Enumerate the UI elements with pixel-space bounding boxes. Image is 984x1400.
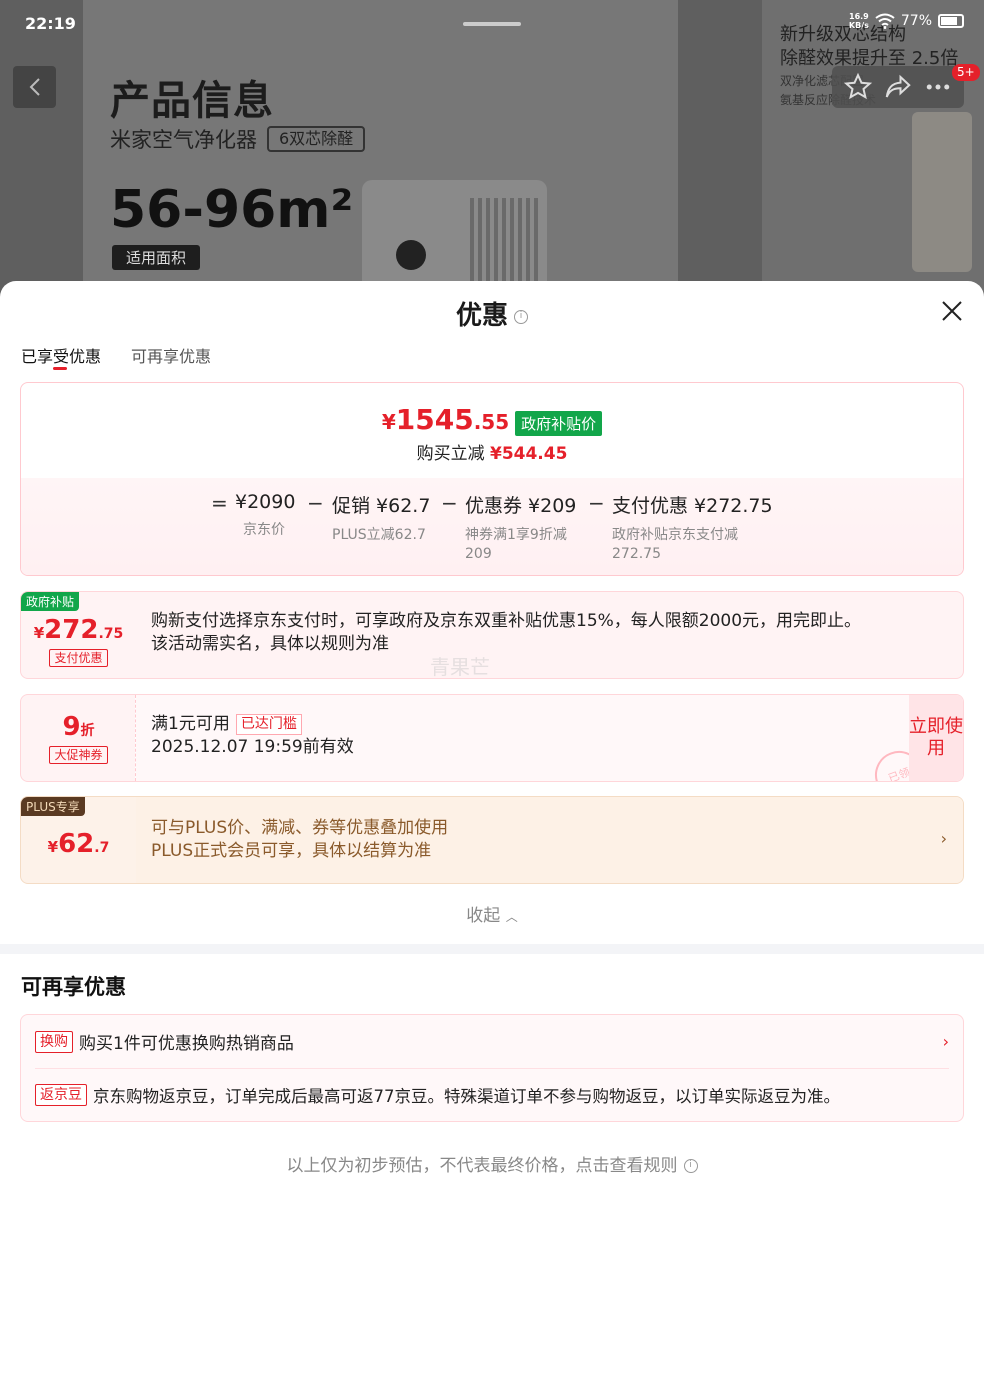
plus-card[interactable]: PLUS专享 ¥62.7 可与PLUS价、满减、券等优惠叠加使用 PLUS正式会… [20, 796, 964, 884]
plus-card-text: 可与PLUS价、满减、券等优惠叠加使用 PLUS正式会员可享，具体以结算为准 [151, 818, 449, 861]
plus-amount: ¥62.7 [47, 829, 110, 859]
chevron-left-icon [29, 78, 40, 96]
row-divider [35, 1068, 949, 1069]
formula-op: = [211, 491, 228, 515]
star-icon[interactable] [843, 72, 873, 102]
collapse-button[interactable]: 收起 ︿ [0, 901, 984, 926]
battery-icon [938, 14, 964, 28]
price-formula: = ¥2090 京东价 − 促销 ¥62.7 PLUS立减62.7 − 优惠券 … [21, 491, 963, 571]
tab-enjoyed[interactable]: 已享受优惠 [21, 343, 101, 370]
gov-amount-block: ¥272.75 支付优惠 [21, 592, 136, 678]
net-speed: 16.9 KB/s [848, 12, 869, 30]
watermark: 青果芒 [430, 655, 490, 679]
save-amount: ¥544.45 [489, 444, 568, 464]
gov-subsidy-tag: 政府补贴价 [515, 411, 603, 436]
formula-op: − [588, 491, 605, 515]
home-indicator [463, 22, 521, 26]
status-icons: 16.9 KB/s 77% [849, 12, 964, 30]
final-price-row: ¥1545.55 政府补贴价 [21, 403, 963, 436]
share-icon[interactable] [883, 72, 913, 102]
save-row: 购买立减 ¥544.45 [21, 439, 963, 464]
product-tag: 6双芯除醛 [267, 126, 366, 152]
discount-sheet: 优惠 i 已享受优惠 可再享优惠 ¥1545.55 政府补贴价 购买立减 ¥544… [0, 281, 984, 1400]
coupon-card: 9折 大促神券 满1元可用 已达门槛 2025.12.07 19:59前有效 已领… [20, 694, 964, 782]
more-icon[interactable] [923, 72, 953, 102]
battery-percent: 77% [900, 13, 932, 29]
gov-subsidy-card: 政府补贴 ¥272.75 支付优惠 购新支付选择京东支付时，可享政府及京东双重补… [20, 591, 964, 679]
chevron-right-icon: › [940, 829, 947, 848]
more-discounts-title: 可再享优惠 [21, 975, 126, 999]
formula-item: ¥2090 京东价 [235, 491, 296, 538]
gov-amount: ¥272.75 [33, 615, 124, 645]
use-now-button[interactable]: 立即使用 [909, 695, 963, 781]
formula-op: − [441, 491, 458, 515]
rules-footnote[interactable]: 以上仅为初步预估，不代表最终价格，点击查看规则 i [0, 1151, 984, 1176]
chevron-right-icon: › [942, 1032, 949, 1051]
product-area: 56-96m² [110, 180, 354, 240]
plus-amount-block: ¥62.7 [21, 797, 136, 883]
purifier-display [396, 240, 426, 270]
final-price: ¥1545.55 [381, 403, 510, 436]
formula-item: 支付优惠 ¥272.75 政府补贴京东支付减 272.75 [612, 495, 773, 562]
list-item-jingdou: 返京豆 京东购物返京豆，订单完成后最高可返77京豆。特殊渠道订单不参与购物返豆，… [35, 1083, 949, 1107]
tradein-text: 购买1件可优惠换购热销商品 [79, 1034, 294, 1054]
message-badge: 5+ [952, 64, 980, 81]
section-separator [0, 944, 984, 954]
tradein-tag: 换购 [35, 1030, 73, 1053]
more-discounts-box: 换购 购买1件可优惠换购热销商品 › 返京豆 京东购物返京豆，订单完成后最高可返… [20, 1014, 964, 1122]
info-icon[interactable]: i [514, 309, 528, 324]
sheet-title: 优惠 [455, 301, 508, 331]
product-area-label: 适用面积 [112, 245, 201, 270]
back-button[interactable] [13, 66, 56, 108]
jingdou-tag: 返京豆 [35, 1084, 87, 1106]
product-page-background: 产品信息 米家空气净化器 6双芯除醛 56-96m² 适用面积 新升级双芯结构 … [0, 0, 984, 300]
tab-more[interactable]: 可再享优惠 [131, 343, 211, 367]
gov-card-text: 购新支付选择京东支付时，可享政府及京东双重补贴优惠15%，每人限额2000元，用… [151, 611, 862, 654]
save-prefix: 购买立减 [416, 444, 485, 464]
threshold-reached-tag: 已达门槛 [235, 713, 302, 735]
formula-item: 促销 ¥62.7 PLUS立减62.7 [332, 495, 431, 543]
formula-op: − [307, 491, 324, 515]
coupon-expiry: 2025.12.07 19:59前有效 [151, 737, 354, 757]
jingdou-text: 京东购物返京豆，订单完成后最高可返77京豆。特殊渠道订单不参与购物返豆，以订单实… [93, 1087, 840, 1106]
wifi-icon [875, 13, 895, 29]
gov-amount-label: 支付优惠 [49, 649, 108, 667]
top-action-bar [832, 66, 964, 108]
product-info-title: 产品信息 [110, 78, 274, 124]
coupon-condition: 满1元可用 [151, 714, 230, 734]
product-name: 米家空气净化器 [110, 128, 257, 152]
coupon-discount-block: 9折 大促神券 [21, 695, 136, 781]
price-summary: ¥1545.55 政府补贴价 购买立减 ¥544.45 = ¥2090 京东价 … [20, 382, 964, 576]
list-item-tradein[interactable]: 换购 购买1件可优惠换购热销商品 › [35, 1029, 949, 1054]
status-time: 22:19 [25, 14, 76, 33]
formula-item: 优惠券 ¥209 神券满1享9折减 209 [465, 495, 577, 562]
close-icon[interactable] [940, 299, 964, 323]
product-name-row: 米家空气净化器 6双芯除醛 [110, 124, 366, 154]
purifier-tower-image [912, 112, 972, 272]
sheet-title-row: 优惠 i [0, 295, 984, 332]
coupon-discount: 9折 [62, 712, 95, 742]
coupon-label: 大促神券 [49, 746, 108, 764]
coupon-card-text: 满1元可用 已达门槛 2025.12.07 19:59前有效 [151, 713, 354, 759]
chevron-up-icon: ︿ [505, 910, 518, 924]
info-icon: i [683, 1159, 698, 1173]
discount-tabs: 已享受优惠 可再享优惠 [21, 343, 211, 370]
